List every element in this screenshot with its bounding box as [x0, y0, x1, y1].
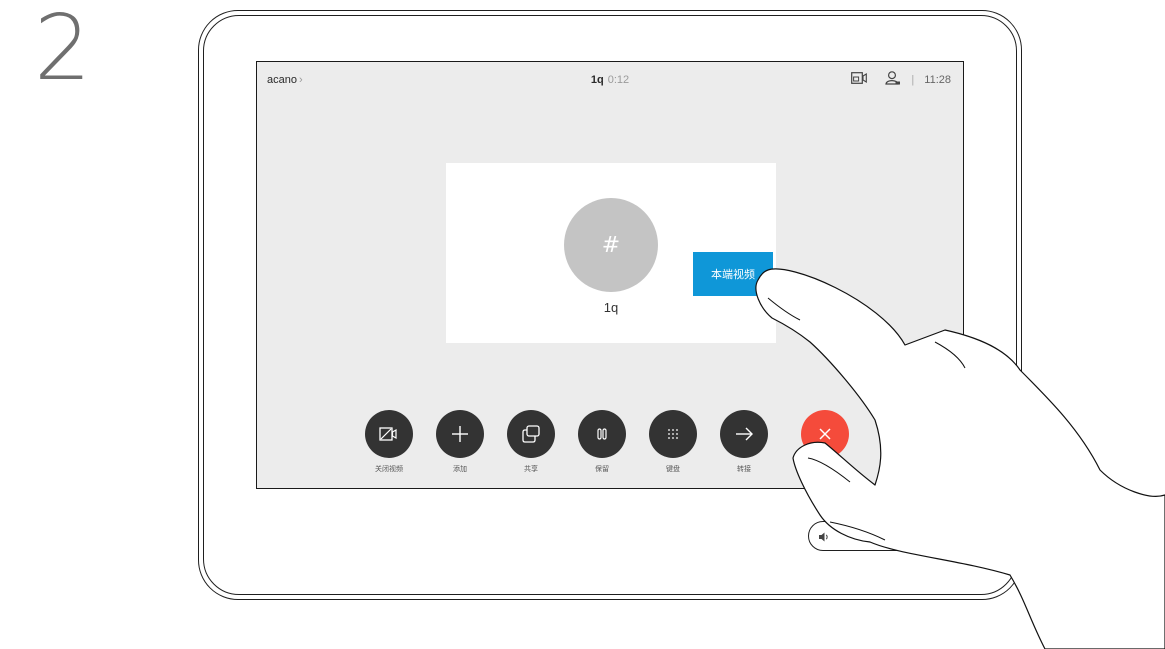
pointing-hand-illustration — [755, 268, 1165, 649]
